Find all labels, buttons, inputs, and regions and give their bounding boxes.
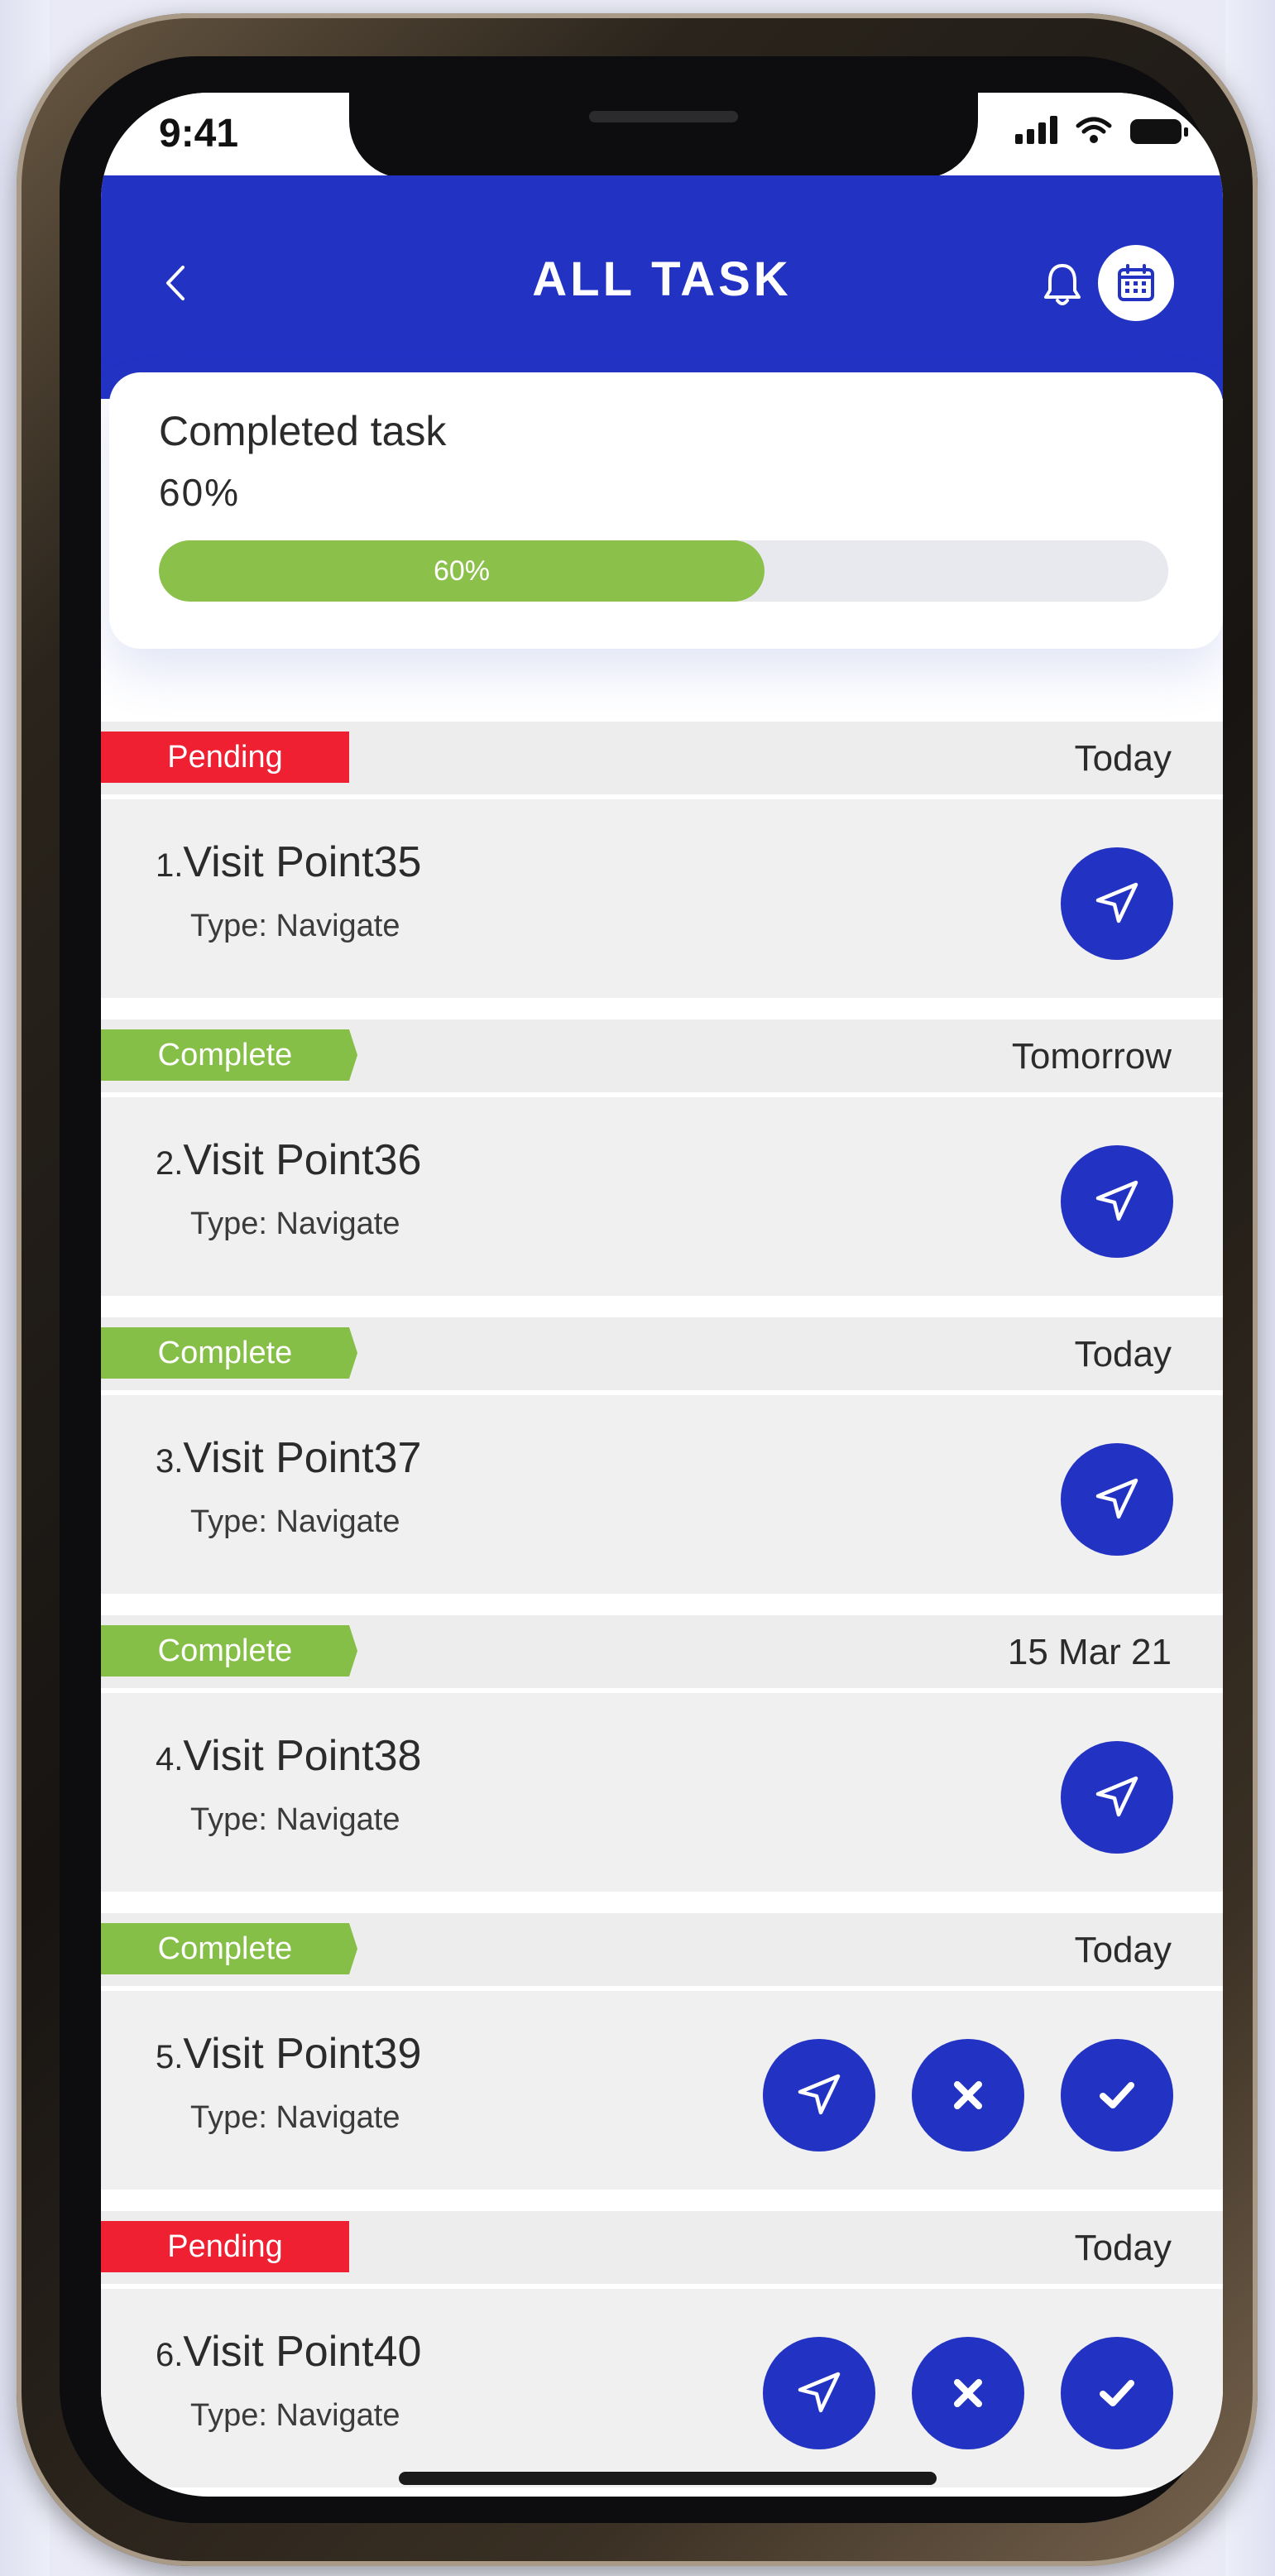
progress-bar: 60% bbox=[159, 540, 1168, 602]
task-body[interactable]: 3.Visit Point37 Type: Navigate bbox=[101, 1395, 1223, 1594]
task-number: 3. bbox=[156, 1443, 184, 1480]
wifi-icon bbox=[1076, 117, 1112, 143]
status-badge: Complete bbox=[101, 1327, 357, 1379]
task-number: 6. bbox=[156, 2337, 184, 2373]
task-name: Visit Point37 bbox=[183, 1434, 422, 1482]
task-type: Type: Navigate bbox=[190, 1206, 400, 1241]
reject-button[interactable] bbox=[912, 2337, 1024, 2449]
navigate-icon bbox=[1095, 1180, 1138, 1221]
task-item: Complete 15 Mar 21 4.Visit Point38 Type:… bbox=[101, 1615, 1223, 1913]
status-badge: Pending bbox=[101, 2221, 349, 2272]
home-indicator bbox=[399, 2472, 937, 2485]
task-date: Today bbox=[1074, 738, 1172, 779]
status-badge: Complete bbox=[101, 1625, 357, 1677]
app-header: ALL TASK bbox=[101, 175, 1223, 399]
accept-button[interactable] bbox=[1061, 2337, 1173, 2449]
status-time: 9:41 bbox=[159, 112, 239, 156]
task-name: Visit Point35 bbox=[183, 838, 422, 886]
bell-icon bbox=[1044, 264, 1081, 305]
task-type: Type: Navigate bbox=[190, 1802, 400, 1837]
task-title: 2.Visit Point36 bbox=[156, 1135, 421, 1185]
task-body[interactable]: 6.Visit Point40 Type: Navigate bbox=[101, 2289, 1223, 2487]
task-number: 5. bbox=[156, 2039, 184, 2075]
task-title: 4.Visit Point38 bbox=[156, 1731, 421, 1781]
navigate-button[interactable] bbox=[1061, 1741, 1173, 1854]
phone-screen: 9:41 ALL TASK Completed task 60% 60% Pen… bbox=[101, 93, 1223, 2497]
task-header: Complete Today bbox=[101, 1317, 1223, 1390]
task-date: Today bbox=[1074, 1930, 1172, 1970]
status-badge: Pending bbox=[101, 732, 349, 783]
task-name: Visit Point36 bbox=[183, 1136, 422, 1184]
task-body[interactable]: 1.Visit Point35 Type: Navigate bbox=[101, 799, 1223, 998]
task-header: Complete Tomorrow bbox=[101, 1019, 1223, 1092]
task-type: Type: Navigate bbox=[190, 2398, 400, 2433]
task-item: Complete Tomorrow 2.Visit Point36 Type: … bbox=[101, 1019, 1223, 1317]
navigate-icon bbox=[798, 2372, 841, 2413]
status-badge: Complete bbox=[101, 1923, 357, 1974]
navigate-icon bbox=[1095, 1776, 1138, 1817]
task-body[interactable]: 5.Visit Point39 Type: Navigate bbox=[101, 1991, 1223, 2190]
check-icon bbox=[1100, 2082, 1134, 2108]
task-header: Complete Today bbox=[101, 1913, 1223, 1986]
navigate-button[interactable] bbox=[1061, 847, 1173, 960]
progress-bar-label: 60% bbox=[433, 554, 491, 587]
close-icon bbox=[954, 2379, 982, 2407]
task-date: Tomorrow bbox=[1011, 1036, 1172, 1077]
task-item: Pending Today 6.Visit Point40 Type: Navi… bbox=[101, 2211, 1223, 2497]
reject-button[interactable] bbox=[912, 2039, 1024, 2151]
navigate-button[interactable] bbox=[763, 2337, 875, 2449]
signal-icon bbox=[1015, 116, 1057, 144]
navigate-button[interactable] bbox=[763, 2039, 875, 2151]
calendar-button[interactable] bbox=[1098, 245, 1174, 321]
progress-card: Completed task 60% 60% bbox=[109, 372, 1223, 649]
close-icon bbox=[954, 2081, 982, 2109]
status-bar: 9:41 bbox=[101, 93, 1223, 179]
progress-percent: 60% bbox=[159, 471, 241, 514]
progress-title: Completed task bbox=[159, 408, 447, 454]
task-item: Complete Today 5.Visit Point39 Type: Nav… bbox=[101, 1913, 1223, 2211]
status-icons bbox=[1015, 116, 1188, 144]
speaker-grille bbox=[589, 111, 738, 122]
task-number: 2. bbox=[156, 1145, 184, 1182]
accept-button[interactable] bbox=[1061, 2039, 1173, 2151]
task-title: 1.Visit Point35 bbox=[156, 837, 421, 887]
task-number: 4. bbox=[156, 1741, 184, 1777]
check-icon bbox=[1100, 2380, 1134, 2406]
task-type: Type: Navigate bbox=[190, 2100, 400, 2135]
task-number: 1. bbox=[156, 847, 184, 884]
task-header: Complete 15 Mar 21 bbox=[101, 1615, 1223, 1688]
task-date: Today bbox=[1074, 2228, 1172, 2268]
task-body[interactable]: 2.Visit Point36 Type: Navigate bbox=[101, 1097, 1223, 1296]
navigate-button[interactable] bbox=[1061, 1145, 1173, 1258]
task-item: Complete Today 3.Visit Point37 Type: Nav… bbox=[101, 1317, 1223, 1615]
task-list: Pending Today 1.Visit Point35 Type: Navi… bbox=[101, 722, 1223, 2497]
task-date: Today bbox=[1074, 1334, 1172, 1374]
task-title: 6.Visit Point40 bbox=[156, 2327, 421, 2377]
progress-bar-fill: 60% bbox=[159, 540, 765, 602]
calendar-icon bbox=[1118, 264, 1154, 301]
task-type: Type: Navigate bbox=[190, 1504, 400, 1539]
task-name: Visit Point39 bbox=[183, 2030, 422, 2078]
task-type: Type: Navigate bbox=[190, 909, 400, 943]
notifications-button[interactable] bbox=[1036, 255, 1089, 314]
navigate-button[interactable] bbox=[1061, 1443, 1173, 1556]
task-header: Pending Today bbox=[101, 2211, 1223, 2284]
task-date: 15 Mar 21 bbox=[1007, 1632, 1172, 1672]
task-name: Visit Point40 bbox=[183, 2328, 422, 2376]
task-header: Pending Today bbox=[101, 722, 1223, 794]
status-badge: Complete bbox=[101, 1029, 357, 1081]
task-item: Pending Today 1.Visit Point35 Type: Navi… bbox=[101, 722, 1223, 1019]
notch bbox=[349, 93, 978, 179]
navigate-icon bbox=[1095, 1478, 1138, 1519]
navigate-icon bbox=[798, 2074, 841, 2115]
navigate-icon bbox=[1095, 882, 1138, 923]
battery-icon bbox=[1130, 119, 1188, 144]
task-name: Visit Point38 bbox=[183, 1732, 422, 1780]
task-body[interactable]: 4.Visit Point38 Type: Navigate bbox=[101, 1693, 1223, 1892]
task-title: 5.Visit Point39 bbox=[156, 2029, 421, 2079]
task-title: 3.Visit Point37 bbox=[156, 1433, 421, 1483]
